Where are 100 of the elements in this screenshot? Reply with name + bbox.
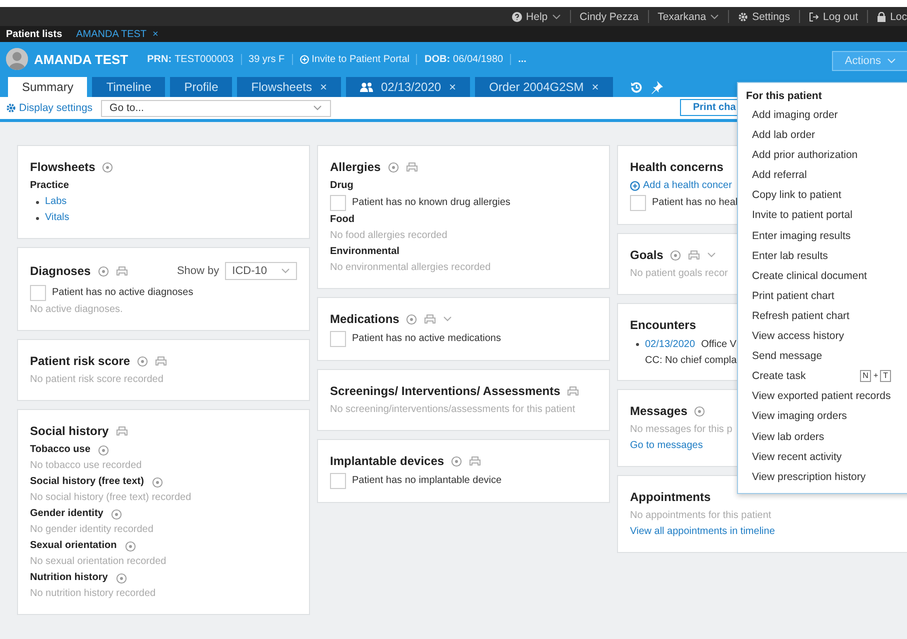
checkbox[interactable]	[330, 473, 346, 489]
flowsheet-link[interactable]: Vitals	[45, 210, 70, 226]
checkbox[interactable]	[30, 285, 46, 301]
help-menu[interactable]: Help	[503, 10, 570, 23]
menu-item[interactable]: View prescription history	[738, 466, 907, 487]
card-title: Diagnoses	[30, 264, 91, 278]
menu-item[interactable]: Invite to patient portal	[738, 205, 907, 226]
logout-icon	[809, 12, 820, 22]
menu-item[interactable]: View exported patient records	[738, 386, 907, 406]
print-icon[interactable]	[567, 386, 580, 396]
bullet-icon	[36, 200, 39, 204]
info-icon[interactable]	[451, 456, 462, 466]
checkbox-label: Patient has no implantable device	[352, 474, 502, 488]
menu-item[interactable]: View imaging orders	[738, 406, 907, 426]
menu-item[interactable]: Add prior authorization	[738, 145, 907, 166]
close-button[interactable]: ×	[449, 80, 456, 94]
code-dropdown[interactable]: ICD-10	[225, 262, 297, 280]
section-label: Food	[330, 213, 354, 227]
patient-name: AMANDA TEST	[34, 52, 128, 66]
goto-dropdown[interactable]: Go to...	[100, 100, 331, 116]
info-icon[interactable]	[102, 162, 114, 172]
menu-item[interactable]: Copy link to patient	[738, 185, 907, 206]
chart-tab[interactable]: Summary	[8, 77, 88, 97]
card-title: Patient risk score	[30, 354, 130, 368]
chart-tab[interactable]: Profile	[170, 77, 232, 97]
card-title: Messages	[630, 404, 688, 418]
checkbox[interactable]	[330, 195, 346, 211]
add-link[interactable]: Add a health concer	[630, 178, 732, 194]
menu-item[interactable]: Enter imaging results	[738, 226, 907, 246]
text-link[interactable]: Go to messages	[630, 438, 703, 454]
chart-tab[interactable]: Flowsheets ×	[237, 77, 341, 97]
info-icon[interactable]	[388, 162, 399, 172]
card-title: Encounters	[630, 318, 696, 332]
chart-tab[interactable]: Timeline	[92, 77, 166, 97]
menu-item[interactable]: Send message	[738, 346, 907, 366]
logout-link[interactable]: Log out	[799, 10, 868, 23]
card-title: Flowsheets	[30, 160, 96, 174]
menu-item[interactable]: Create task N + T	[738, 366, 907, 386]
print-icon[interactable]	[469, 456, 482, 466]
caret-icon[interactable]	[312, 105, 322, 111]
bullet-icon	[636, 343, 639, 346]
print-icon[interactable]	[688, 250, 700, 260]
card-title: Allergies	[330, 160, 381, 174]
print-icon[interactable]	[155, 356, 168, 366]
empty-note: No sexual orientation recorded	[30, 555, 166, 569]
info-icon[interactable]	[98, 444, 110, 456]
caret-icon[interactable]	[552, 14, 561, 20]
menu-item[interactable]: Refresh patient chart	[738, 306, 907, 326]
menu-item[interactable]: Add referral	[738, 165, 907, 186]
settings-link[interactable]: Settings	[728, 10, 800, 23]
menu-item[interactable]: View recent activity	[738, 446, 907, 467]
encounter-link[interactable]: 02/13/2020	[645, 336, 696, 352]
close-button[interactable]: ×	[152, 28, 158, 40]
chart-tab[interactable]: 02/13/2020 ×	[346, 77, 470, 97]
checkbox-label: Patient has no active diagnoses	[52, 286, 194, 300]
menu-item[interactable]: View access history	[738, 326, 907, 346]
pin-icon[interactable]	[650, 80, 663, 94]
text-link[interactable]: View all appointments in timeline	[630, 524, 775, 540]
print-icon[interactable]	[116, 266, 128, 276]
print-icon[interactable]	[424, 314, 436, 324]
menu-item[interactable]: Print patient chart	[738, 286, 907, 306]
info-icon[interactable]	[406, 314, 418, 324]
menu-item[interactable]: View lab orders	[738, 426, 907, 447]
close-button[interactable]: ×	[320, 80, 327, 94]
caret-icon[interactable]	[710, 14, 720, 20]
info-icon[interactable]	[137, 356, 148, 366]
menu-item[interactable]: Enter lab results	[738, 246, 907, 266]
info-icon[interactable]	[670, 250, 682, 260]
info-icon[interactable]	[116, 572, 127, 584]
lock-link[interactable]: Loc	[867, 10, 907, 23]
location-menu[interactable]: Texarkana	[648, 10, 728, 23]
caret-icon[interactable]	[707, 252, 716, 258]
info-icon[interactable]	[152, 476, 163, 488]
checkbox[interactable]	[330, 331, 346, 347]
checkbox-label: Patient has no heal	[652, 196, 738, 210]
card-title: Medications	[330, 312, 400, 326]
history-icon[interactable]	[630, 80, 643, 94]
caret-icon[interactable]	[443, 316, 452, 322]
print-icon[interactable]	[116, 426, 128, 436]
menu-item[interactable]: Create clinical document	[738, 266, 907, 286]
card-title: Appointments	[630, 490, 711, 504]
info-icon[interactable]	[694, 406, 706, 416]
section-label: Gender identity	[30, 507, 104, 521]
prn-label: PRN:	[147, 54, 172, 64]
empty-note: No patient risk score recorded	[30, 373, 164, 387]
print-icon[interactable]	[406, 162, 418, 172]
help-icon	[512, 12, 522, 22]
section-label: Nutrition history	[30, 571, 108, 585]
menu-item[interactable]: Add lab order	[738, 125, 907, 146]
caret-icon[interactable]	[281, 268, 290, 274]
info-icon[interactable]	[124, 540, 136, 552]
info-icon[interactable]	[98, 266, 109, 276]
patient-tab[interactable]: Patient lists	[6, 28, 62, 40]
chart-tab[interactable]: Order 2004G2SM ×	[475, 77, 613, 97]
flowsheet-link[interactable]: Labs	[45, 194, 67, 210]
info-icon[interactable]	[111, 508, 122, 520]
display-settings-link[interactable]: Display settings	[6, 102, 93, 114]
checkbox[interactable]	[630, 195, 646, 211]
patient-tab[interactable]: AMANDA TEST ×	[76, 28, 158, 40]
close-button[interactable]: ×	[592, 80, 599, 94]
